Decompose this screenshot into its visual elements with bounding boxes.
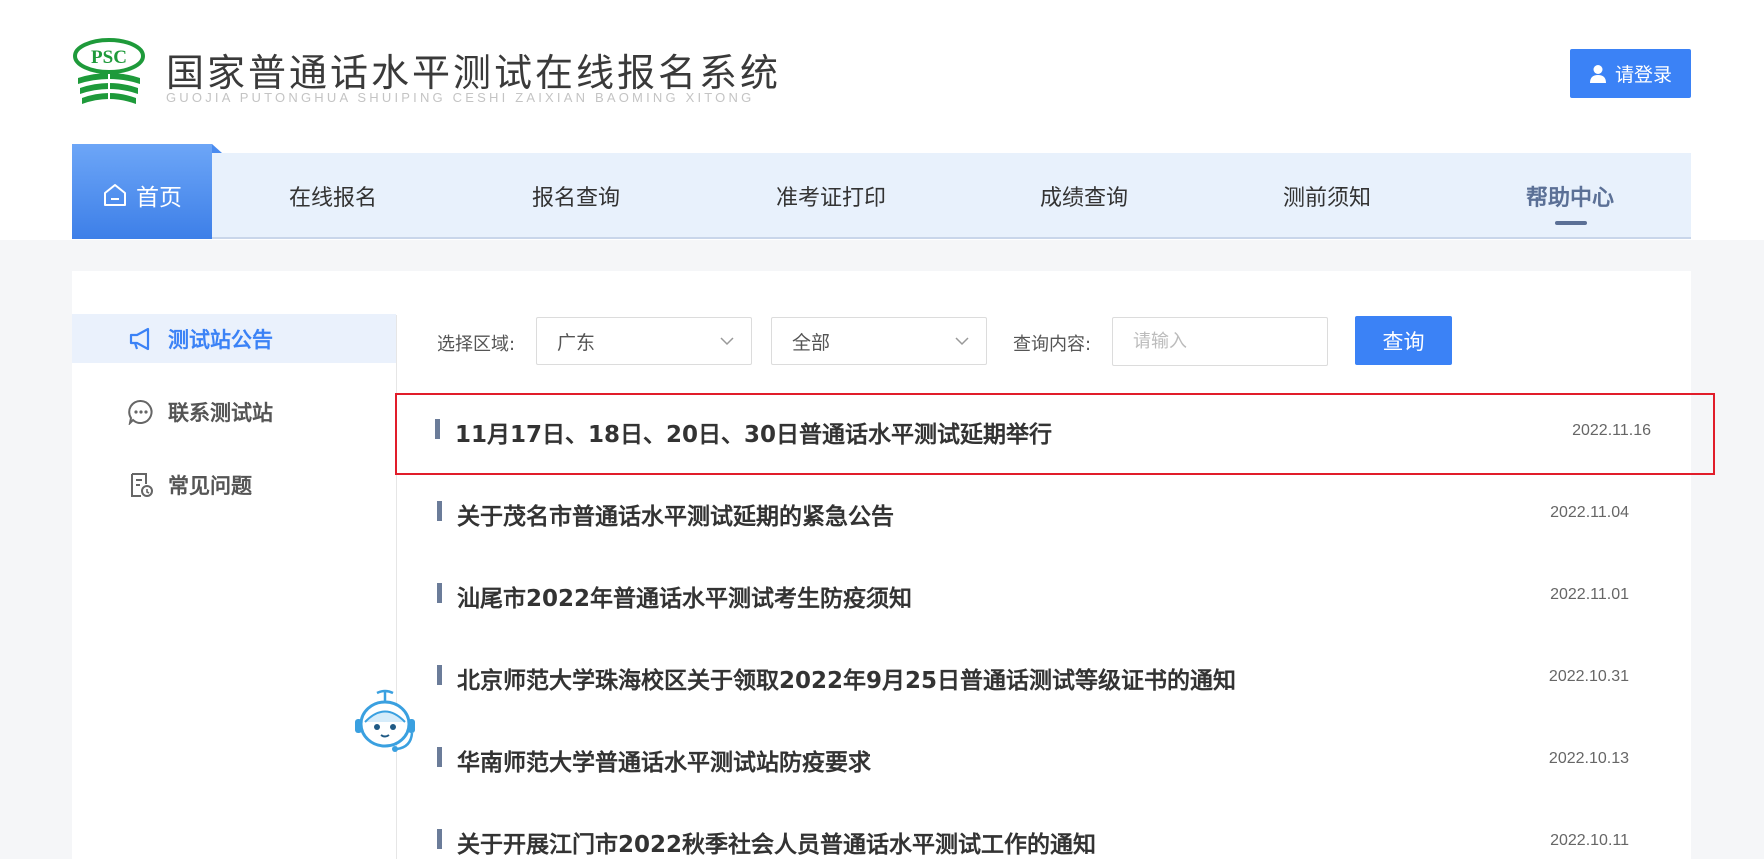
announcement-row[interactable]: 关于开展江门市2022秋季社会人员普通话水平测试工作的通知 2022.10.11 (397, 803, 1683, 859)
document-question-icon (131, 472, 153, 497)
sidebar-item-faq[interactable]: 常见问题 (72, 460, 396, 509)
site-title: 国家普通话水平测试在线报名系统 (166, 51, 782, 95)
chevron-down-icon (720, 337, 734, 346)
announcement-row[interactable]: 北京师范大学珠海校区关于领取2022年9月25日普通话测试等级证书的通知 202… (397, 639, 1683, 721)
nav-item-help-center[interactable]: 帮助中心 (1526, 180, 1614, 212)
row-marker (437, 665, 442, 685)
query-input[interactable] (1112, 317, 1328, 366)
row-marker (435, 419, 440, 439)
announcement-title[interactable]: 汕尾市2022年普通话水平测试考生防疫须知 (457, 579, 912, 613)
row-marker (437, 747, 442, 767)
city-select[interactable]: 全部 (771, 317, 987, 365)
login-button[interactable]: 请登录 (1570, 49, 1691, 98)
announcement-title[interactable]: 华南师范大学普通话水平测试站防疫要求 (457, 743, 871, 777)
chat-bubble-icon (128, 399, 153, 425)
announcement-row[interactable]: 关于茂名市普通话水平测试延期的紧急公告 2022.11.04 (397, 475, 1683, 557)
home-icon (104, 183, 126, 206)
row-marker (437, 583, 442, 603)
nav-item-registration-query[interactable]: 报名查询 (532, 180, 620, 212)
query-label: 查询内容: (1013, 334, 1092, 355)
region-select-value: 广东 (557, 331, 596, 354)
nav-home-tab[interactable]: 首页 (72, 144, 222, 239)
announcement-title[interactable]: 关于茂名市普通话水平测试延期的紧急公告 (457, 497, 894, 531)
row-marker (437, 829, 442, 849)
nav-item-score-query[interactable]: 成绩查询 (1040, 180, 1128, 212)
nav-home-label: 首页 (136, 184, 182, 211)
region-label: 选择区域: (437, 334, 516, 355)
announcement-row[interactable]: 汕尾市2022年普通话水平测试考生防疫须知 2022.11.01 (397, 557, 1683, 639)
query-button[interactable]: 查询 (1355, 316, 1452, 365)
announcement-date: 2022.10.31 (1548, 668, 1629, 685)
robot-assistant-icon[interactable] (349, 689, 421, 755)
announcement-date: 2022.10.13 (1548, 750, 1629, 767)
announcement-title[interactable]: 关于开展江门市2022秋季社会人员普通话水平测试工作的通知 (457, 825, 1096, 859)
nav-item-pretest-notice[interactable]: 测前须知 (1283, 180, 1371, 212)
announcement-date: 2022.11.01 (1550, 586, 1629, 603)
announcement-date: 2022.11.04 (1550, 504, 1629, 521)
nav-item-admission-ticket[interactable]: 准考证打印 (776, 180, 886, 212)
announcement-date: 2022.10.11 (1550, 832, 1629, 849)
chevron-down-icon (955, 337, 969, 346)
announcement-row[interactable]: 华南师范大学普通话水平测试站防疫要求 2022.10.13 (397, 721, 1683, 803)
announcement-date: 2022.11.16 (1572, 422, 1651, 439)
sidebar-item-label: 测试站公告 (168, 327, 273, 352)
login-label: 请登录 (1614, 64, 1672, 86)
nav-active-indicator (1555, 221, 1587, 225)
city-select-value: 全部 (792, 331, 831, 354)
user-icon (1589, 64, 1606, 83)
announcement-title[interactable]: 11月17日、18日、20日、30日普通话水平测试延期举行 (455, 415, 1052, 449)
announcement-title[interactable]: 北京师范大学珠海校区关于领取2022年9月25日普通话测试等级证书的通知 (457, 661, 1236, 695)
sidebar-item-station-notices[interactable]: 测试站公告 (72, 314, 396, 363)
region-select[interactable]: 广东 (536, 317, 752, 365)
announcement-row[interactable]: 11月17日、18日、20日、30日普通话水平测试延期举行 2022.11.16 (395, 393, 1715, 475)
sidebar-item-label: 常见问题 (168, 473, 252, 498)
row-marker (437, 501, 442, 521)
sidebar-item-contact-station[interactable]: 联系测试站 (72, 387, 396, 436)
psc-logo: PSC (73, 38, 145, 106)
megaphone-icon (129, 327, 150, 350)
logo-text: PSC (91, 47, 127, 68)
site-subtitle: GUOJIA PUTONGHUA SHUIPING CESHI ZAIXIAN … (166, 90, 755, 105)
sidebar-item-label: 联系测试站 (168, 400, 273, 425)
nav-item-online-registration[interactable]: 在线报名 (289, 180, 377, 212)
